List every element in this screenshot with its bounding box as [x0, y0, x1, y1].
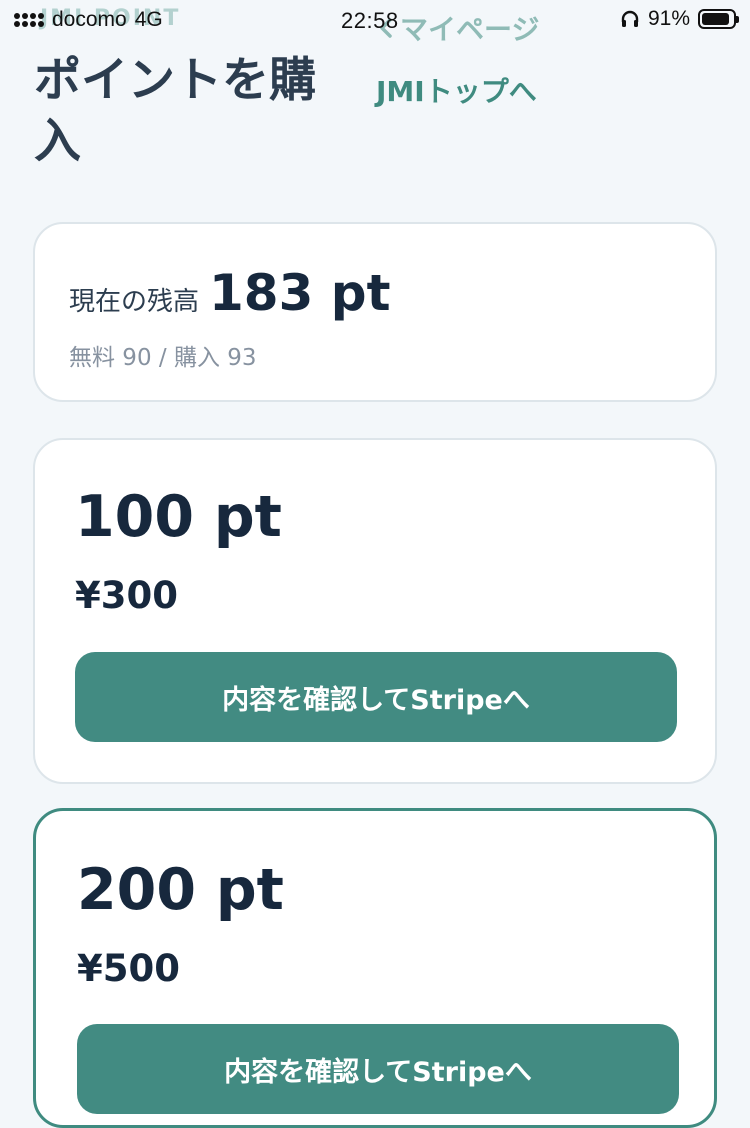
status-time: 22:58: [341, 8, 399, 33]
balance-card: 現在の残高 183 pt 無料 90 / 購入 93: [33, 222, 717, 402]
balance-line: 現在の残高 183 pt: [69, 264, 391, 322]
headphones-icon: [621, 10, 639, 27]
status-left: docomo 4G: [14, 8, 163, 32]
page-title: ポイントを購入: [34, 53, 316, 169]
carrier-name: docomo: [52, 8, 127, 31]
package-card-selected: 200 pt ¥500 内容を確認してStripeへ: [33, 808, 717, 1128]
status-bar: docomo 4G 22:58 91%: [0, 0, 750, 44]
package-points: 200 pt: [77, 857, 284, 923]
balance-value: 183 pt: [209, 264, 391, 322]
package-price: ¥300: [75, 574, 178, 617]
battery-fill: [702, 13, 729, 25]
balance-label: 現在の残高: [69, 287, 200, 317]
jmi-top-link[interactable]: JMIトップへ: [376, 70, 537, 110]
package-price: ¥500: [77, 947, 180, 990]
package-card: 100 pt ¥300 内容を確認してStripeへ: [33, 438, 717, 784]
checkout-stripe-button[interactable]: 内容を確認してStripeへ: [77, 1024, 679, 1114]
status-right: 91%: [620, 7, 739, 31]
battery-percent: 91%: [647, 7, 690, 30]
balance-breakdown: 無料 90 / 購入 93: [69, 345, 257, 371]
network-type: 4G: [134, 8, 163, 31]
package-points: 100 pt: [75, 484, 282, 550]
battery-icon: [698, 9, 739, 29]
signal-icon: [14, 13, 44, 27]
checkout-stripe-button[interactable]: 内容を確認してStripeへ: [75, 652, 677, 742]
